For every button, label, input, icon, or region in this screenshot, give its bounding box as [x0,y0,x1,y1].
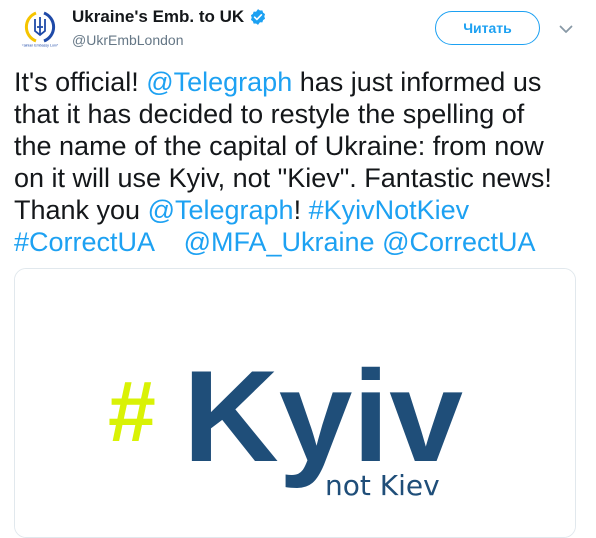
tweet-text-line: that it has decided to restyle the spell… [14,98,586,130]
embassy-logo-icon: Ukrainian Embassy London [16,5,64,53]
tweet-text-line: on it will use Kyiv, not "Kiev". Fantast… [14,162,586,194]
avatar-caption: Ukrainian Embassy London [18,44,62,48]
hashtag-link[interactable]: #KyivNotKiev [309,195,470,225]
tweet-text-segment [375,227,383,257]
author-handle[interactable]: @UkrEmbLondon [72,30,267,50]
kyiv-not-kiev-image: # Kyiv not Kiev [15,269,575,537]
tweet-author: Ukraine's Emb. to UK @UkrEmbLondon [72,6,267,50]
card-main-word: Kyiv [183,343,463,489]
hashtag-link[interactable]: #CorrectUA [14,227,154,257]
tweet-text-segment: ! [293,195,309,225]
tweet-text-segment: that it has decided to restyle the spell… [14,99,525,129]
tweet-text-line: #CorrectUA @MFA_Ukraine @CorrectUA [14,226,586,258]
tweet-text-segment: the name of the capital of Ukraine: from… [14,131,544,161]
follow-button[interactable]: Читать [435,11,540,45]
tweet-text-line: the name of the capital of Ukraine: from… [14,130,586,162]
tweet-text-segment: on it will use Kyiv, not "Kiev". Fantast… [14,163,552,193]
tweet-text-segment [154,227,184,257]
card-sub-text: not Kiev [325,469,440,502]
mention-link[interactable]: @Telegraph [146,67,292,97]
tweet-text-segment: has just informed us [292,67,542,97]
display-name[interactable]: Ukraine's Emb. to UK [72,6,244,28]
mention-link[interactable]: @CorrectUA [382,227,535,257]
media-card[interactable]: # Kyiv not Kiev [14,268,576,538]
tweet-text-line: Thank you @Telegraph! #KyivNotKiev [14,194,586,226]
mention-link[interactable]: @Telegraph [148,195,294,225]
card-hash-symbol: # [108,364,156,460]
chevron-down-icon[interactable] [557,20,575,38]
verified-badge-icon [249,8,267,26]
mention-link[interactable]: @MFA_Ukraine [184,227,375,257]
tweet-text-segment: It's official! [14,67,147,97]
avatar[interactable]: Ukrainian Embassy London [16,5,64,53]
tweet-text: It's official! @Telegraph has just infor… [14,66,586,258]
author-name-row[interactable]: Ukraine's Emb. to UK [72,6,267,28]
tweet-text-line: It's official! @Telegraph has just infor… [14,66,586,98]
tweet-text-segment: Thank you [14,195,148,225]
